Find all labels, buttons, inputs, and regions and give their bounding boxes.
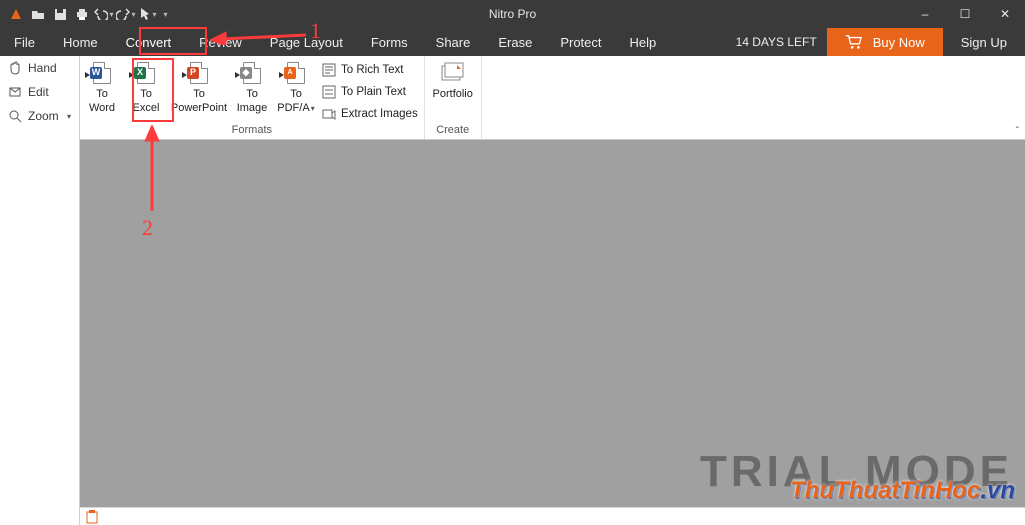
- powerpoint-icon: P: [185, 60, 213, 86]
- trial-days-left: 14 DAYS LEFT: [726, 28, 827, 56]
- buy-now-button[interactable]: Buy Now: [827, 28, 943, 56]
- excel-icon: X: [132, 60, 160, 86]
- portfolio-icon: [439, 60, 467, 86]
- undo-icon[interactable]: ▾: [94, 4, 114, 24]
- qat-more-icon[interactable]: ▾: [160, 4, 170, 24]
- zoom-label: Zoom: [28, 109, 59, 123]
- cursor-tool-icon[interactable]: ▾: [138, 4, 158, 24]
- hand-icon: [8, 61, 22, 75]
- status-bar: [80, 507, 1025, 525]
- tab-home[interactable]: Home: [49, 28, 112, 56]
- open-icon[interactable]: [28, 4, 48, 24]
- extract-images-icon: [322, 107, 336, 121]
- tab-page-layout[interactable]: Page Layout: [256, 28, 357, 56]
- tab-help[interactable]: Help: [616, 28, 671, 56]
- hand-label: Hand: [28, 61, 57, 75]
- plain-text-icon: [322, 85, 336, 99]
- app-title: Nitro Pro: [489, 7, 536, 21]
- tab-review[interactable]: Review: [185, 28, 256, 56]
- work-area: Hand Edit Zoom ▾ W To Word: [0, 56, 1025, 525]
- redo-icon[interactable]: ▾: [116, 4, 136, 24]
- save-icon[interactable]: [50, 4, 70, 24]
- zoom-icon: [8, 109, 22, 123]
- to-image-button[interactable]: ◆ To Image: [230, 56, 274, 114]
- to-pdfa-button[interactable]: A To PDF/A▾: [274, 56, 318, 114]
- maximize-button[interactable]: ☐: [945, 0, 985, 28]
- tab-forms[interactable]: Forms: [357, 28, 422, 56]
- edit-icon: [8, 85, 22, 99]
- to-word-button[interactable]: W To Word: [80, 56, 124, 114]
- nitro-logo-icon[interactable]: [6, 4, 26, 24]
- window-controls: – ☐ ✕: [905, 0, 1025, 28]
- print-icon[interactable]: [72, 4, 92, 24]
- cart-icon: [845, 34, 863, 50]
- pdfa-icon: A: [282, 60, 310, 86]
- to-plain-text-button[interactable]: To Plain Text: [322, 82, 418, 102]
- portfolio-button[interactable]: Portfolio: [425, 56, 481, 100]
- ribbon-group-create: Portfolio Create: [425, 56, 482, 139]
- edit-tool[interactable]: Edit: [0, 80, 79, 104]
- minimize-button[interactable]: –: [905, 0, 945, 28]
- rich-text-icon: [322, 63, 336, 77]
- tab-protect[interactable]: Protect: [546, 28, 615, 56]
- left-tool-pane: Hand Edit Zoom ▾: [0, 56, 80, 525]
- word-icon: W: [88, 60, 116, 86]
- quick-access-toolbar: ▾ ▾ ▾ ▾: [0, 4, 170, 24]
- edit-label: Edit: [28, 85, 49, 99]
- site-watermark: ThuThuatTinHoc.vn: [790, 477, 1015, 505]
- extract-images-button[interactable]: Extract Images: [322, 104, 418, 124]
- group-label-create: Create: [425, 124, 481, 139]
- buy-now-label: Buy Now: [873, 35, 925, 50]
- close-button[interactable]: ✕: [985, 0, 1025, 28]
- ribbon: W To Word X To Excel P To PowerPoint: [80, 56, 1025, 140]
- to-rich-text-button[interactable]: To Rich Text: [322, 60, 418, 80]
- title-bar: ▾ ▾ ▾ ▾ Nitro Pro – ☐ ✕: [0, 0, 1025, 28]
- zoom-tool[interactable]: Zoom ▾: [0, 104, 79, 128]
- chevron-down-icon: ▾: [67, 112, 71, 121]
- image-icon: ◆: [238, 60, 266, 86]
- group-label-formats: Formats: [80, 124, 424, 139]
- ribbon-group-formats: W To Word X To Excel P To PowerPoint: [80, 56, 425, 139]
- tab-bar: File Home Convert Review Page Layout For…: [0, 28, 1025, 56]
- tab-convert[interactable]: Convert: [112, 28, 186, 56]
- tab-file[interactable]: File: [0, 28, 49, 56]
- hand-tool[interactable]: Hand: [0, 56, 79, 80]
- tab-share[interactable]: Share: [422, 28, 485, 56]
- to-excel-button[interactable]: X To Excel: [124, 56, 168, 114]
- document-canvas: TRIAL MODE ThuThuatTinHoc.vn: [80, 140, 1025, 507]
- tab-erase[interactable]: Erase: [484, 28, 546, 56]
- collapse-ribbon-icon[interactable]: ˆ: [1016, 126, 1019, 137]
- to-powerpoint-button[interactable]: P To PowerPoint: [168, 56, 230, 114]
- sign-up-button[interactable]: Sign Up: [943, 28, 1025, 56]
- clipboard-icon: [86, 510, 98, 524]
